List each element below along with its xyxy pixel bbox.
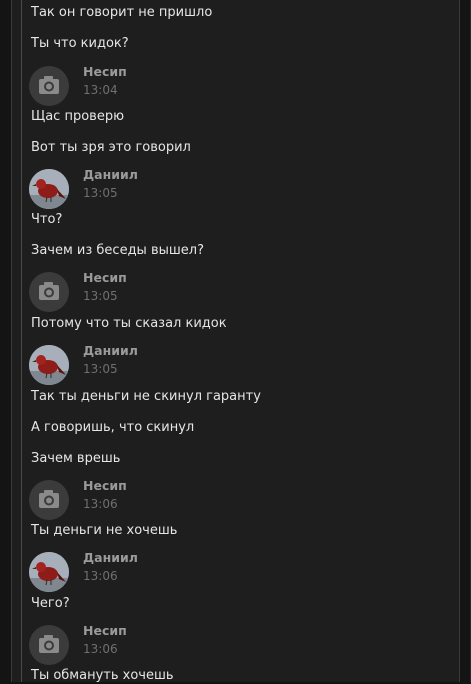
message-text: Щас проверю <box>31 109 125 124</box>
message-text: Что? <box>31 212 63 227</box>
author-name[interactable]: Даниил <box>83 167 138 182</box>
message-header: Несип 13:06 <box>29 478 329 520</box>
author-name[interactable]: Несип <box>83 270 127 285</box>
right-border <box>459 0 460 682</box>
message-header: Несип 13:05 <box>29 270 329 312</box>
bird-avatar[interactable] <box>29 345 69 385</box>
author-name[interactable]: Даниил <box>83 343 138 358</box>
message-text: Вот ты зря это говорил <box>31 140 191 155</box>
author-name[interactable]: Несип <box>83 623 127 638</box>
message-header: Даниил 13:05 <box>29 167 329 209</box>
thread-line <box>21 0 22 682</box>
left-border <box>11 0 12 682</box>
message-time: 13:06 <box>83 569 118 583</box>
camera-icon[interactable] <box>29 625 69 665</box>
message-header: Несип 13:04 <box>29 64 329 106</box>
message-text: Зачем из беседы вышел? <box>31 243 204 258</box>
message-time: 13:04 <box>83 83 118 97</box>
message-time: 13:05 <box>83 186 118 200</box>
camera-icon[interactable] <box>29 480 69 520</box>
message-time: 13:05 <box>83 362 118 376</box>
author-name[interactable]: Несип <box>83 64 127 79</box>
message-text: Ты что кидок? <box>31 36 129 51</box>
message-text: А говоришь, что скинул <box>31 420 195 435</box>
message-text: Зачем врешь <box>31 451 121 466</box>
message-text: Ты деньги не хочешь <box>31 523 178 538</box>
message-time: 13:06 <box>83 497 118 511</box>
message-header: Несип 13:06 <box>29 623 329 665</box>
camera-icon[interactable] <box>29 272 69 312</box>
message-text: Так ты деньги не скинул гаранту <box>31 389 261 404</box>
message-time: 13:06 <box>83 642 118 656</box>
bird-avatar[interactable] <box>29 169 69 209</box>
message-header: Даниил 13:06 <box>29 550 329 592</box>
message-header: Даниил 13:05 <box>29 343 329 385</box>
author-name[interactable]: Несип <box>83 478 127 493</box>
message-time: 13:05 <box>83 289 118 303</box>
message-text: Так он говорит не пришло <box>31 5 213 20</box>
message-text: Потому что ты сказал кидок <box>31 316 227 331</box>
camera-icon[interactable] <box>29 66 69 106</box>
bird-avatar[interactable] <box>29 552 69 592</box>
author-name[interactable]: Даниил <box>83 550 138 565</box>
message-text: Чего? <box>31 596 70 611</box>
